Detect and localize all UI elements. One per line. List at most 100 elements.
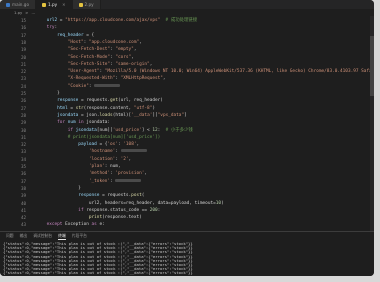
code-token: "XMLHttpRequest" xyxy=(120,76,163,82)
code-token: html xyxy=(36,105,71,111)
tab-terminal[interactable]: 终端 xyxy=(58,233,66,240)
code-token: = json. xyxy=(80,112,100,118)
code-token: : xyxy=(54,25,58,31)
code-token: if xyxy=(36,127,76,133)
code-line[interactable]: } xyxy=(36,185,81,192)
code-token: (url, req_header) xyxy=(117,98,163,104)
code-line[interactable]: '_token': xyxy=(36,178,142,185)
terminal-output[interactable]: {"status":0,"message":"This plan is out … xyxy=(0,240,374,276)
code-line[interactable]: if jsondata[num]['usd_price'] < 12: # 小于… xyxy=(36,127,193,134)
line-number: 43 xyxy=(20,222,26,228)
code-line[interactable]: for num in jsondata: xyxy=(36,119,110,126)
code-token: ) xyxy=(221,200,224,206)
line-number: 19 xyxy=(20,47,26,53)
code-line[interactable]: if response.status_code == 200: xyxy=(36,207,160,214)
code-line[interactable]: 'location': '2', xyxy=(36,156,131,163)
code-line[interactable]: 'plan': num, xyxy=(36,163,121,170)
code-token: jsondata xyxy=(36,112,81,118)
tab-1-py[interactable]: 1.py ✕ xyxy=(36,0,73,9)
line-number: 34 xyxy=(20,156,26,162)
code-token: (html)[ xyxy=(112,112,132,118)
breadcrumb-file[interactable]: 1.py xyxy=(14,10,22,15)
code-token: 'method' xyxy=(36,171,111,177)
code-line[interactable]: response = requests.post( xyxy=(36,192,144,199)
python-file-icon xyxy=(78,2,83,7)
line-number: 31 xyxy=(20,134,26,140)
code-token: '2' xyxy=(120,156,129,162)
code-token: : num, xyxy=(104,164,121,169)
tab-debug-console[interactable]: 调试控制台 xyxy=(33,233,52,239)
line-number: 36 xyxy=(20,171,26,177)
scrollbar-thumb[interactable] xyxy=(370,36,374,96)
tab-snippets[interactable]: 片段平台 xyxy=(72,233,87,239)
code-editor[interactable]: 15 16 17 18 19 20 21 22 23 24 25 26 27 28 29 30 31 32 33 34… xyxy=(0,16,374,231)
code-line[interactable]: 'hostname': xyxy=(36,148,147,155)
code-line[interactable]: 'method': 'provision', xyxy=(36,170,147,177)
code-token: "Host" xyxy=(36,39,84,45)
code-token: , xyxy=(128,156,132,162)
code-line[interactable]: html = str(response.content, "utf-8") xyxy=(36,105,155,112)
code-token: , xyxy=(133,47,137,53)
code-token: ] xyxy=(184,112,187,118)
code-token: url2, headers=req_header, data=payload, … xyxy=(36,200,216,206)
code-line[interactable]: "Sec-Fetch-Site": "same-origin", xyxy=(36,61,153,68)
code-line[interactable]: "X-Requested-With": "XMLHttpRequest", xyxy=(36,75,166,82)
line-number: 40 xyxy=(20,200,26,206)
code-token: 'usd_price' xyxy=(112,127,142,133)
code-line[interactable]: url2, headers=req_header, data=payload, … xyxy=(36,200,224,207)
code-line[interactable]: } xyxy=(36,90,60,97)
code-token: "https://app.cloudcone.com/ajax/vps" xyxy=(65,18,161,23)
code-token: [num][ xyxy=(96,127,113,133)
code-token: response xyxy=(36,193,103,199)
code-token: "vps_data" xyxy=(157,112,185,118)
tab-main-go[interactable]: main.go xyxy=(0,0,37,9)
line-number: 39 xyxy=(20,193,26,199)
tab-problems[interactable]: 问题 xyxy=(6,233,14,239)
code-line[interactable]: "Cookie": xyxy=(36,83,121,90)
code-token: "Cookie" xyxy=(36,83,89,89)
code-token: url2 xyxy=(36,18,60,23)
tab-output[interactable]: 输出 xyxy=(20,233,28,239)
code-line[interactable]: print(response.text) xyxy=(36,214,142,221)
breadcrumb-symbol[interactable]: ... xyxy=(31,10,35,15)
editor-tab-bar: main.go 1.py ✕ 2.py xyxy=(0,0,374,9)
code-token: "utf-8" xyxy=(133,105,153,111)
line-number: 35 xyxy=(20,164,26,169)
code-line[interactable]: req_header = { xyxy=(36,32,94,39)
panel-tab-bar: 问题 输出 调试控制台 终端 片段平台 xyxy=(0,231,374,240)
line-number: 27 xyxy=(20,105,26,111)
code-token: 200 xyxy=(149,207,158,213)
line-number: 29 xyxy=(20,120,26,126)
tab-2-py[interactable]: 2.py xyxy=(72,0,101,9)
line-number: 22 xyxy=(20,69,26,75)
code-token: "cors" xyxy=(115,54,132,60)
code-token: except xyxy=(36,222,66,228)
code-line[interactable]: "User-Agent": "Mozilla/5.0 (Windows NT 1… xyxy=(36,68,374,75)
code-token: post xyxy=(131,193,142,199)
code-line[interactable]: try: xyxy=(36,24,58,31)
redacted-value xyxy=(120,149,147,153)
code-line[interactable]: "Sec-Fetch-Dest": "empty", xyxy=(36,46,137,53)
close-icon[interactable]: ✕ xyxy=(62,2,65,7)
code-line[interactable]: # print(jsondata[num]['usd_price']) xyxy=(36,134,161,141)
redacted-value xyxy=(115,178,142,182)
breadcrumb-separator: > xyxy=(25,10,29,15)
code-line[interactable]: "Host": "app.cloudcone.com", xyxy=(36,39,142,46)
code-token: , xyxy=(136,142,140,148)
code-token: get xyxy=(110,98,118,104)
line-number: 41 xyxy=(20,207,26,213)
code-token: "User-Agent" xyxy=(36,69,100,75)
code-token: = { xyxy=(86,32,95,38)
code-token: num xyxy=(67,120,79,126)
code-line[interactable]: url2 = "https://app.cloudcone.com/ajax/v… xyxy=(36,17,198,24)
code-line[interactable]: response = requests.get(url, req_header) xyxy=(36,97,163,104)
line-number: 17 xyxy=(20,32,26,38)
editor-scrollbar[interactable] xyxy=(370,16,374,231)
code-token: , xyxy=(149,61,153,67)
code-line[interactable]: jsondata = json.loads(html)['__data']["v… xyxy=(36,112,187,119)
line-number: 32 xyxy=(20,142,26,148)
line-number: 18 xyxy=(20,39,26,45)
code-line[interactable]: "Sec-Fetch-Mode": "cors", xyxy=(36,54,134,61)
code-line[interactable]: payload = {'os': '108', xyxy=(36,141,139,148)
code-line[interactable]: except Exception as e: xyxy=(36,221,105,228)
